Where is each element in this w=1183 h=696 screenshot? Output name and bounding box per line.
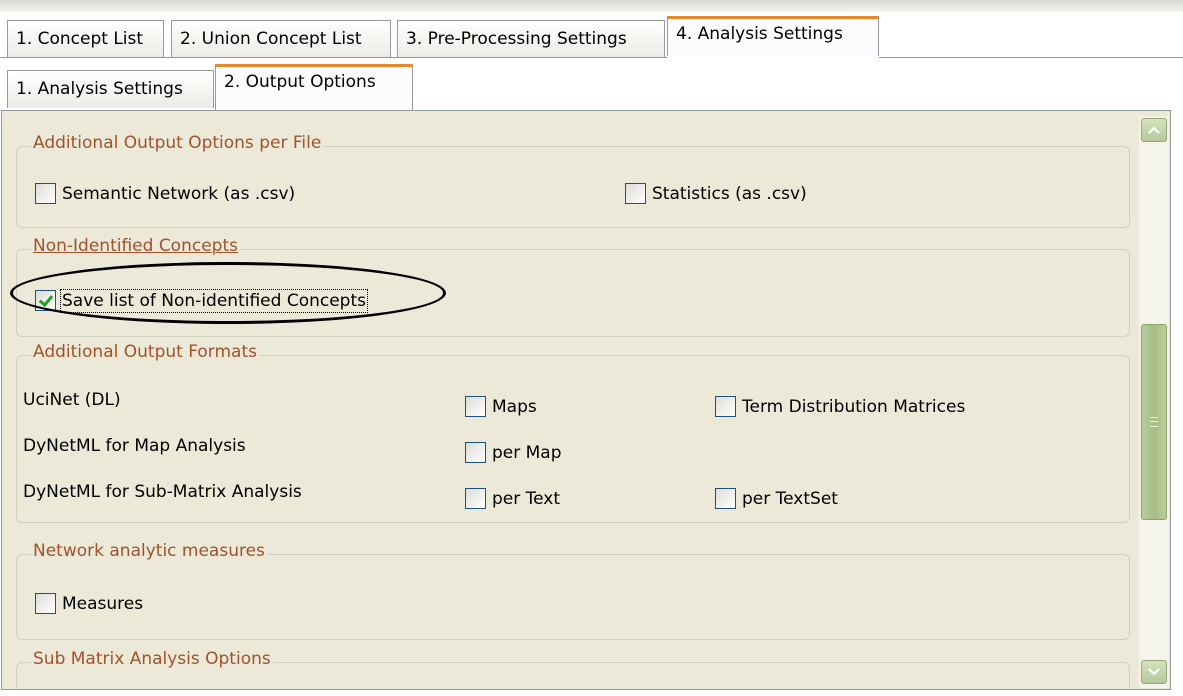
- checkbox-box[interactable]: [715, 488, 736, 509]
- checkbox-box[interactable]: [465, 488, 486, 509]
- checkbox-box[interactable]: [465, 396, 486, 417]
- checkbox-box[interactable]: [35, 593, 56, 614]
- checkbox-label: Semantic Network (as .csv): [62, 183, 296, 204]
- checkbox-label: per Map: [492, 442, 562, 463]
- section-title: Additional Output Formats: [31, 342, 259, 362]
- window-top-edge: [0, 0, 1183, 12]
- section-title: Non-Identified Concepts: [31, 236, 240, 256]
- save-non-identified-checkbox[interactable]: Save list of Non-identified Concepts: [35, 288, 368, 313]
- tab-pre-processing-settings[interactable]: 3. Pre-Processing Settings: [397, 20, 665, 58]
- checkbox-label: per Text: [492, 488, 561, 509]
- checkbox-box[interactable]: [715, 396, 736, 417]
- scroll-down-arrow-icon[interactable]: [1141, 660, 1167, 684]
- dynetml-submatrix-label: DyNetML for Sub-Matrix Analysis: [23, 482, 302, 502]
- section-title: Additional Output Options per File: [31, 133, 324, 153]
- tab-concept-list[interactable]: 1. Concept List: [7, 20, 164, 58]
- section-title: Network analytic measures: [31, 541, 267, 561]
- per-text-checkbox[interactable]: per Text: [465, 488, 560, 509]
- statistics-checkbox[interactable]: Statistics (as .csv): [625, 183, 807, 204]
- dynetml-map-label: DyNetML for Map Analysis: [23, 436, 246, 456]
- ucinet-label: UciNet (DL): [23, 390, 121, 410]
- section-network-measures: Network analytic measures Measures: [16, 541, 1130, 640]
- per-textset-checkbox[interactable]: per TextSet: [715, 488, 838, 509]
- section-title: Sub Matrix Analysis Options: [31, 649, 273, 669]
- checkbox-label: Save list of Non-identified Concepts: [60, 288, 368, 313]
- subtab-analysis-settings[interactable]: 1. Analysis Settings: [7, 70, 214, 108]
- tab-union-concept-list[interactable]: 2. Union Concept List: [171, 20, 391, 58]
- checkbox-label: Statistics (as .csv): [652, 183, 807, 204]
- checkbox-label: Maps: [492, 396, 537, 417]
- checkbox-box[interactable]: [465, 442, 486, 463]
- checkmark-icon[interactable]: [35, 290, 56, 311]
- tab-analysis-settings[interactable]: 4. Analysis Settings: [667, 16, 879, 56]
- section-output-per-file: Additional Output Options per File Seman…: [16, 133, 1130, 228]
- tab-strip-line: [0, 57, 667, 58]
- per-map-checkbox[interactable]: per Map: [465, 442, 562, 463]
- tab-strip-line-right: [879, 57, 1183, 58]
- scrollbar-thumb[interactable]: [1141, 324, 1167, 520]
- term-distribution-matrices-checkbox[interactable]: Term Distribution Matrices: [715, 396, 965, 417]
- checkbox-box[interactable]: [625, 183, 646, 204]
- checkbox-label: per TextSet: [742, 488, 838, 509]
- vertical-scrollbar[interactable]: [1139, 116, 1169, 688]
- measures-checkbox[interactable]: Measures: [35, 593, 143, 614]
- checkbox-label: Term Distribution Matrices: [742, 396, 966, 417]
- checkbox-box[interactable]: [35, 183, 56, 204]
- section-sub-matrix-options: Sub Matrix Analysis Options: [16, 649, 1130, 689]
- subtab-output-options[interactable]: 2. Output Options: [215, 64, 413, 110]
- semantic-network-checkbox[interactable]: Semantic Network (as .csv): [35, 183, 295, 204]
- scroll-up-arrow-icon[interactable]: [1141, 118, 1167, 142]
- maps-checkbox[interactable]: Maps: [465, 396, 537, 417]
- output-options-panel: Additional Output Options per File Seman…: [1, 110, 1171, 690]
- section-additional-output-formats: Additional Output Formats UciNet (DL) Dy…: [16, 342, 1130, 523]
- section-non-identified-concepts: Non-Identified Concepts Save list of Non…: [16, 236, 1130, 337]
- thumb-grip-icon: [1150, 417, 1158, 427]
- checkbox-label: Measures: [62, 593, 144, 614]
